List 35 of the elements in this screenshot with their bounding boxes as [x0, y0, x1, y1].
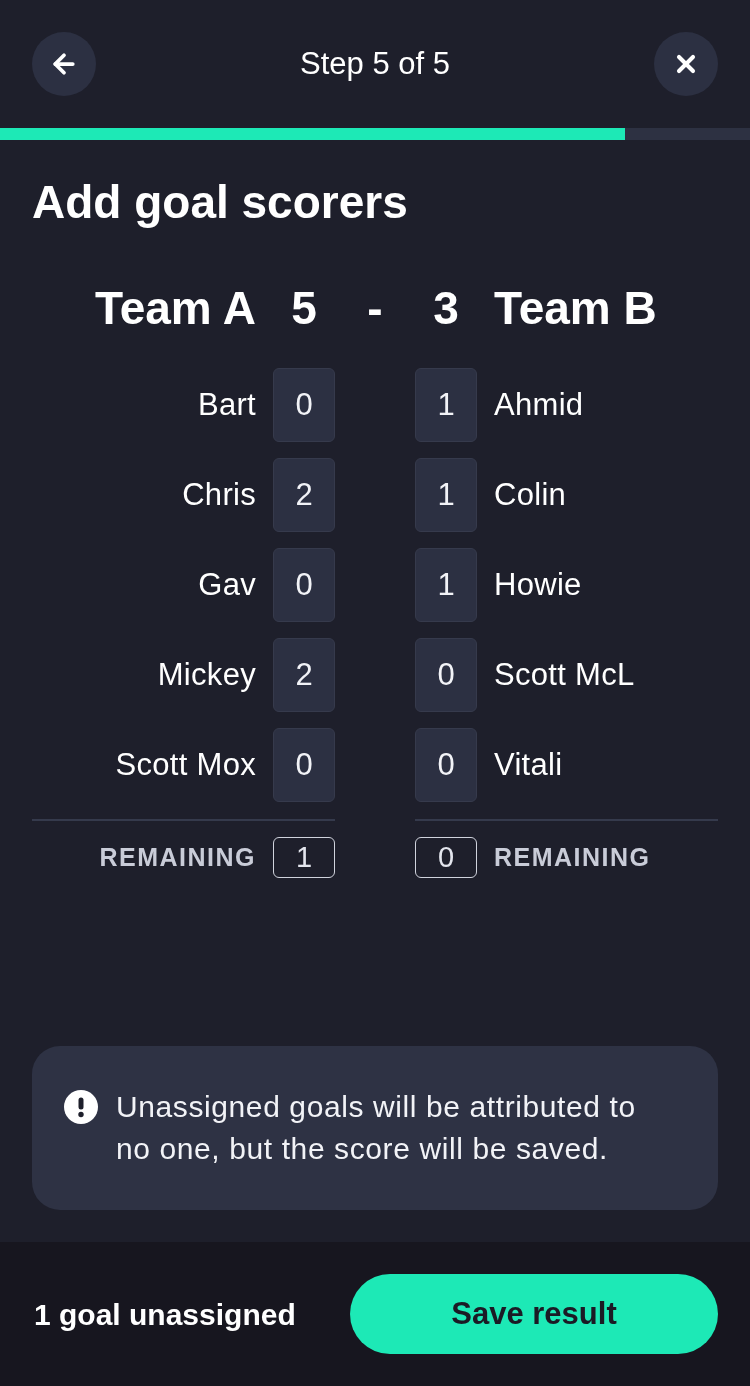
player-name: Howie — [494, 565, 582, 604]
unassigned-status: 1 goal unassigned — [34, 1296, 296, 1333]
page-heading: Add goal scorers — [32, 175, 409, 228]
player-name: Scott McL — [494, 655, 635, 694]
step-title: Step 5 of 5 — [300, 44, 450, 83]
player-name: Scott Mox — [115, 745, 256, 784]
player-name: Colin — [494, 475, 567, 514]
team-name: Team A — [94, 282, 256, 334]
goal-count-field[interactable]: 2 — [273, 638, 335, 712]
goal-count-field[interactable]: 0 — [273, 368, 335, 442]
goal-count-field[interactable]: 1 — [415, 548, 477, 622]
player-name: Mickey — [157, 655, 256, 694]
goal-count-field[interactable]: 0 — [415, 728, 477, 802]
player-name: Bart — [197, 385, 256, 424]
goal-count-field[interactable]: 0 — [415, 638, 477, 712]
remaining-label: REMAINING — [99, 841, 256, 873]
goal-count-field[interactable]: 1 — [415, 368, 477, 442]
player-name: Ahmid — [494, 385, 584, 424]
remaining-count: 1 — [273, 837, 335, 878]
team-score: 3 — [432, 282, 460, 334]
remaining-count: 0 — [415, 837, 477, 878]
team-score: 5 — [290, 282, 318, 334]
player-name: Chris — [182, 475, 256, 514]
goal-count-field[interactable]: 0 — [273, 728, 335, 802]
goal-count-field[interactable]: 0 — [273, 548, 335, 622]
save-result-button[interactable]: Save result — [350, 1274, 718, 1354]
player-name: Vitali — [494, 745, 563, 784]
goal-count-field[interactable]: 1 — [415, 458, 477, 532]
score-separator: - — [367, 282, 383, 334]
notice-text: Unassigned goals will be attributed to no one, but the score will be saved. — [116, 1089, 637, 1167]
alert-icon — [64, 1090, 98, 1124]
goal-count-field[interactable]: 2 — [273, 458, 335, 532]
remaining-label: REMAINING — [494, 841, 651, 873]
team-name: Team B — [494, 282, 657, 334]
player-name: Gav — [198, 565, 256, 604]
